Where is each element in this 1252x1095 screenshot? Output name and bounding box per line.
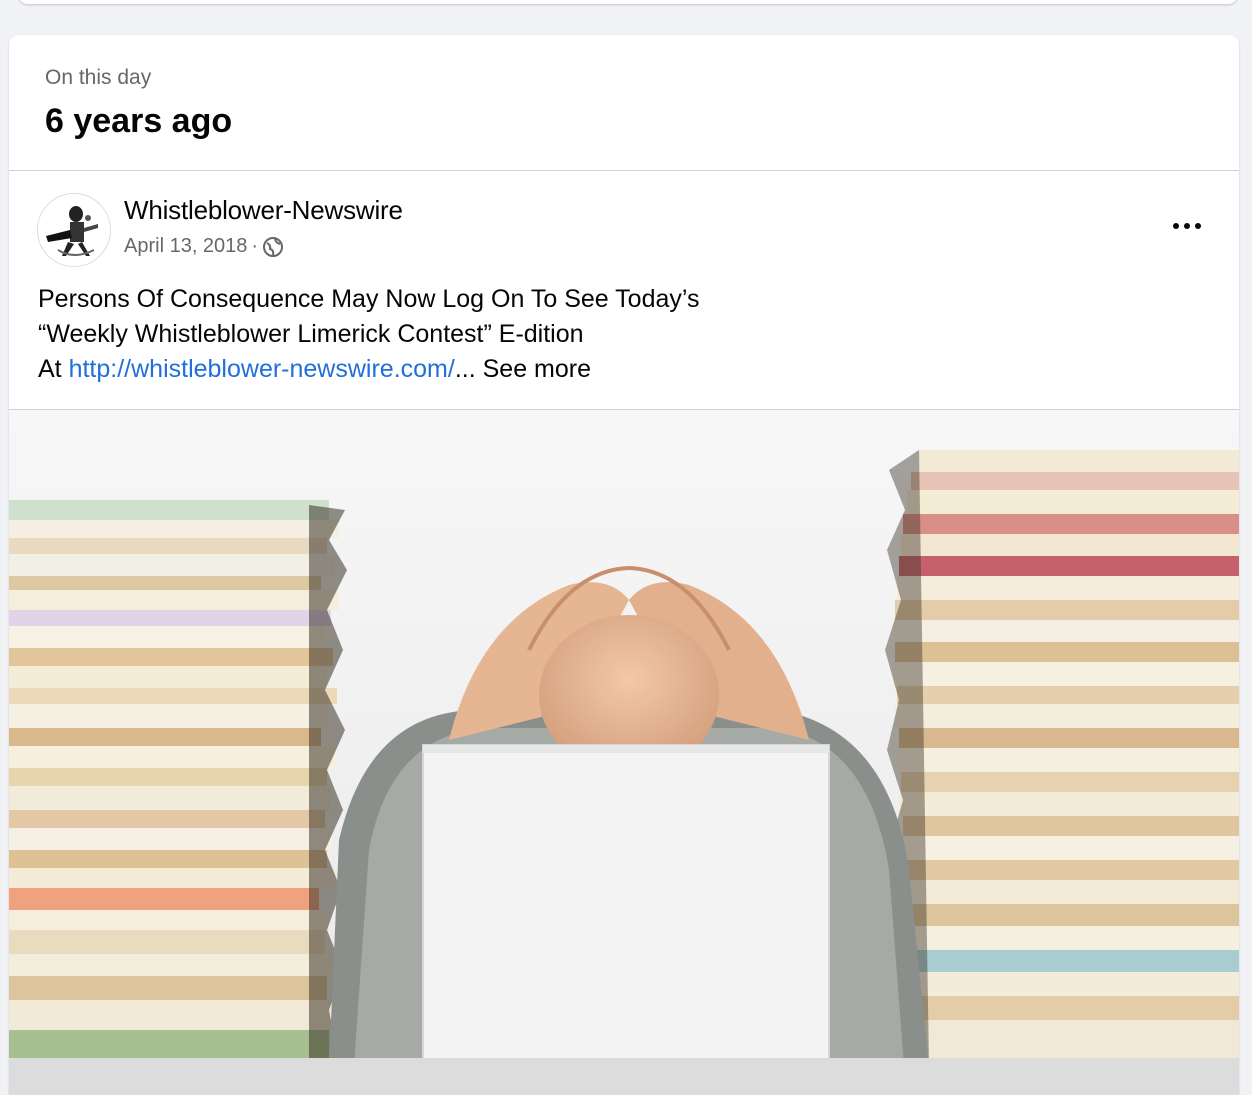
previous-card: [18, 0, 1238, 4]
see-more-button[interactable]: See more: [483, 355, 591, 383]
post-text-line: Persons Of Consequence May Now Log On To…: [38, 285, 700, 313]
ellipsis: ...: [454, 355, 476, 383]
stressed-worker-photo: [9, 410, 1239, 1095]
post-text: Persons Of Consequence May Now Log On To…: [38, 282, 1198, 387]
post-text-line: At http://whistleblower-newswire.com/...…: [38, 352, 1198, 387]
author-name[interactable]: Whistleblower-Newswire: [124, 195, 403, 226]
post-image[interactable]: [9, 409, 1239, 1095]
post-date[interactable]: April 13, 2018: [124, 235, 247, 258]
post: Whistleblower-Newswire April 13, 2018 · …: [9, 171, 1239, 411]
more-options-button[interactable]: [1165, 211, 1209, 241]
memory-eyebrow: On this day: [45, 66, 152, 89]
right-file-stack: [885, 450, 1239, 1066]
memory-headline: 6 years ago: [45, 102, 233, 140]
more-options-icon: [1173, 223, 1201, 229]
whistleblower-logo-icon: [39, 195, 109, 265]
post-link[interactable]: http://whistleblower-newswire.com/: [69, 355, 455, 383]
text-prefix: At: [38, 355, 69, 383]
globe-icon[interactable]: [262, 236, 284, 258]
post-text-line: “Weekly Whistleblower Limerick Contest” …: [38, 320, 584, 348]
post-meta: April 13, 2018 ·: [124, 235, 284, 258]
memory-header: On this day 6 years ago: [9, 35, 1239, 171]
meta-separator: ·: [251, 235, 259, 257]
left-file-stack: [9, 500, 347, 1066]
memory-card: On this day 6 years ago Whistleblower-Ne…: [9, 35, 1239, 1095]
avatar[interactable]: [37, 193, 111, 267]
